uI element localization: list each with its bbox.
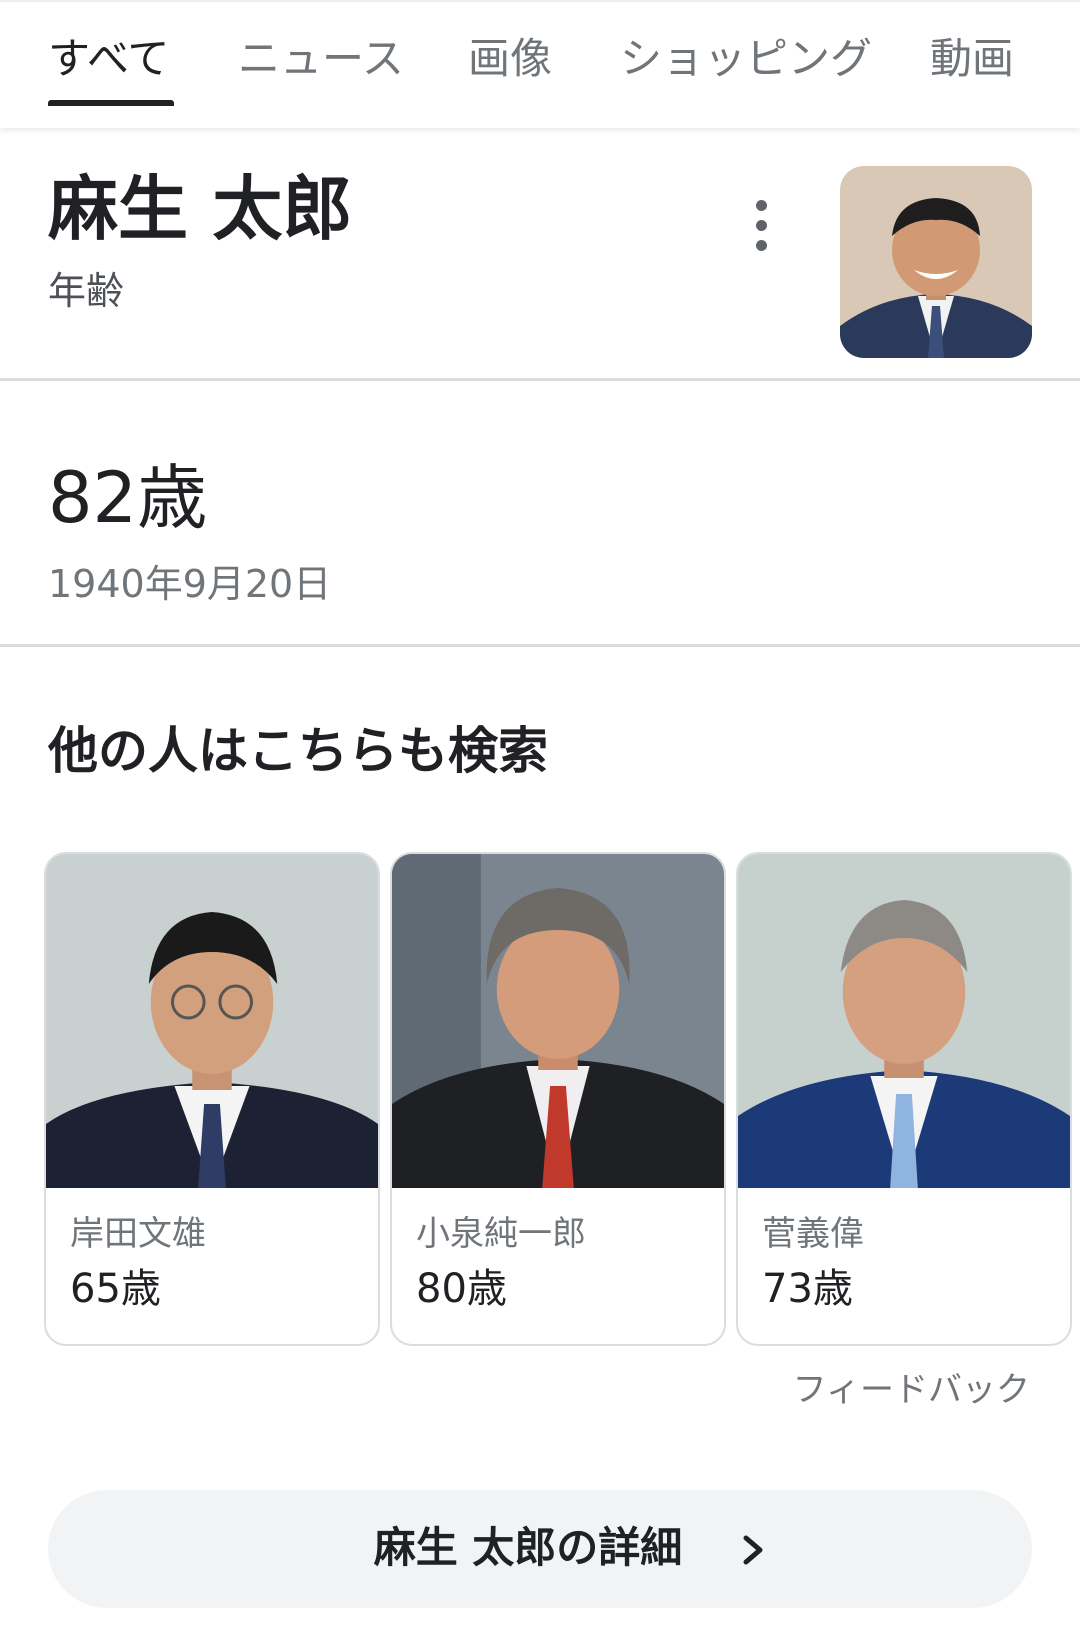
entity-attribute: 年齢 <box>48 269 125 313</box>
chevron-right-icon <box>743 1535 763 1565</box>
person-name: 小泉純一郎 <box>416 1214 586 1254</box>
person-photo <box>46 854 378 1188</box>
birthdate: 1940年9月20日 <box>48 562 332 606</box>
person-age: 80歳 <box>416 1266 507 1312</box>
entity-portrait[interactable] <box>840 166 1032 358</box>
person-name: 岸田文雄 <box>70 1214 206 1254</box>
tab-images[interactable]: 画像 <box>468 32 552 86</box>
age-answer: 82歳 <box>48 457 208 539</box>
person-name: 菅義偉 <box>762 1214 864 1254</box>
tab-all[interactable]: すべて <box>48 32 169 86</box>
divider <box>0 644 1080 647</box>
tab-news[interactable]: ニュース <box>238 32 404 86</box>
more-vert-icon[interactable] <box>740 188 782 288</box>
tab-videos[interactable]: 動画 <box>930 32 1014 86</box>
person-age: 65歳 <box>70 1266 161 1312</box>
details-button-label: 麻生 太郎の詳細 <box>373 1523 683 1572</box>
active-tab-indicator <box>48 100 174 106</box>
related-person-card[interactable]: 岸田文雄 65歳 <box>44 852 380 1346</box>
related-section-title: 他の人はこちらも検索 <box>48 722 548 780</box>
entity-details-button[interactable]: 麻生 太郎の詳細 <box>48 1490 1032 1608</box>
feedback-link[interactable]: フィードバック <box>793 1368 1030 1412</box>
person-photo <box>392 854 724 1188</box>
person-photo <box>738 854 1070 1188</box>
related-person-card[interactable]: 菅義偉 73歳 <box>736 852 1072 1346</box>
related-person-card[interactable]: 小泉純一郎 80歳 <box>390 852 726 1346</box>
entity-name: 麻生 太郎 <box>48 168 353 250</box>
person-age: 73歳 <box>762 1266 853 1312</box>
entity-header: 麻生 太郎 年齢 <box>0 128 1080 396</box>
tab-shopping[interactable]: ショッピング <box>620 32 872 86</box>
search-tabs: すべて ニュース 画像 ショッピング 動画 <box>0 0 1080 128</box>
divider <box>0 378 1080 381</box>
